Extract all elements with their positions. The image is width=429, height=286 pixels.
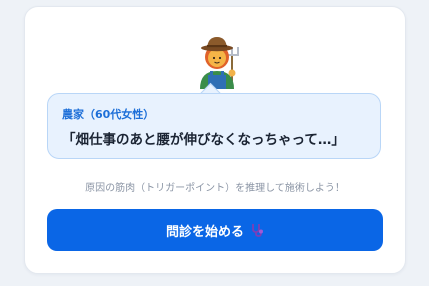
instruction-hint: 原因の筋肉（トリガーポイント）を推理して施術しよう！ <box>85 183 345 194</box>
speech-bubble: 農家（60代女性） 「畑仕事のあと腰が伸びなくなっちゃって…」 <box>47 93 381 159</box>
farmer-avatar-icon <box>200 37 239 89</box>
patient-quote: 「畑仕事のあと腰が伸びなくなっちゃって…」 <box>62 132 345 148</box>
stethoscope-icon <box>252 224 263 237</box>
start-button-label: 問診を始める <box>165 224 244 240</box>
start-interview-button[interactable]: 問診を始める <box>47 209 383 251</box>
speaker-label: 農家（60代女性） <box>62 108 155 121</box>
patient-card: 農家（60代女性） 「畑仕事のあと腰が伸びなくなっちゃって…」 原因の筋肉（トリ… <box>24 6 406 274</box>
